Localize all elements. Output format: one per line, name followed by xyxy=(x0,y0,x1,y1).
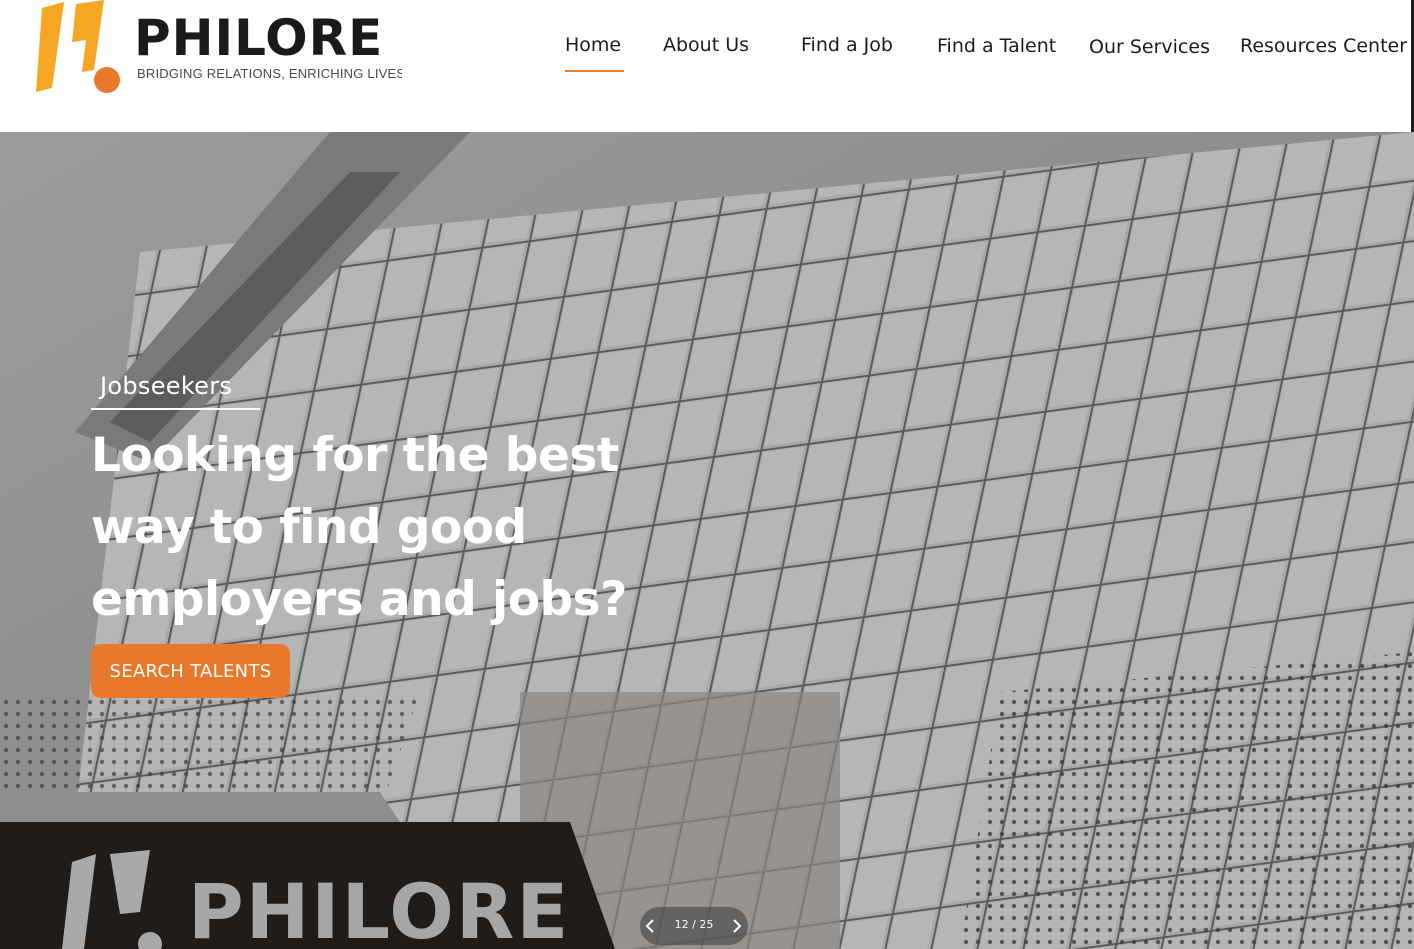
chevron-right-icon[interactable] xyxy=(727,917,745,935)
nav-resources-center[interactable]: Resources Center xyxy=(1240,35,1407,57)
nav-about-us[interactable]: About Us xyxy=(663,34,749,56)
slide-counter: 12 / 25 xyxy=(674,918,714,931)
site-header: PHILORE BRIDGING RELATIONS, ENRICHING LI… xyxy=(0,0,1414,132)
search-talents-button[interactable]: SEARCH TALENTS xyxy=(91,644,290,698)
main-nav: Home About Us Find a Job Find a Talent O… xyxy=(0,0,1414,132)
hero-tag: Jobseekers xyxy=(100,372,233,400)
hero-tag-underline xyxy=(91,408,260,410)
hero-slider: PHILORE Jobseekers Looking for the best … xyxy=(0,132,1414,949)
chevron-left-icon[interactable] xyxy=(642,917,660,935)
nav-find-a-job[interactable]: Find a Job xyxy=(801,34,893,56)
active-nav-underline xyxy=(565,70,624,72)
hero-title: Looking for the best way to find good em… xyxy=(91,428,627,627)
nav-our-services[interactable]: Our Services xyxy=(1089,36,1210,58)
building-sign-text: PHILORE xyxy=(188,867,571,949)
nav-find-a-talent[interactable]: Find a Talent xyxy=(937,35,1056,57)
slider-controls: 12 / 25 xyxy=(640,907,748,945)
nav-home[interactable]: Home xyxy=(565,34,621,56)
